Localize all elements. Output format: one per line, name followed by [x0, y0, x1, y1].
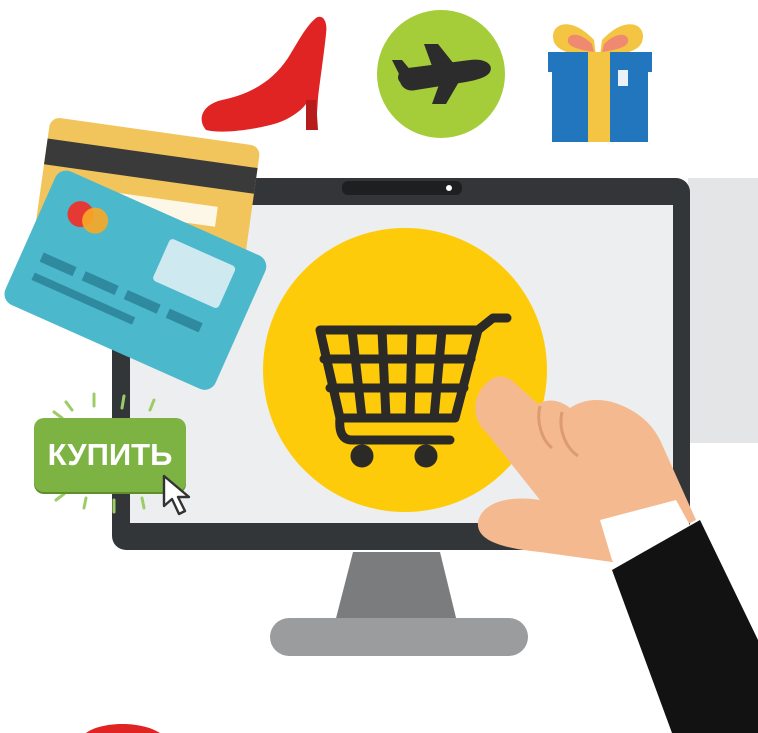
cart-circle	[263, 228, 547, 512]
monitor-stand	[270, 552, 528, 656]
airplane-icon	[377, 10, 505, 138]
gift-box-icon	[548, 24, 652, 142]
background-wall-panel	[688, 178, 758, 443]
online-shopping-illustration: КУПИТЬ	[0, 0, 758, 733]
high-heel-shoe-icon	[201, 16, 327, 132]
decorative-red-arc	[86, 723, 160, 733]
mouse-cursor-icon	[162, 474, 191, 516]
